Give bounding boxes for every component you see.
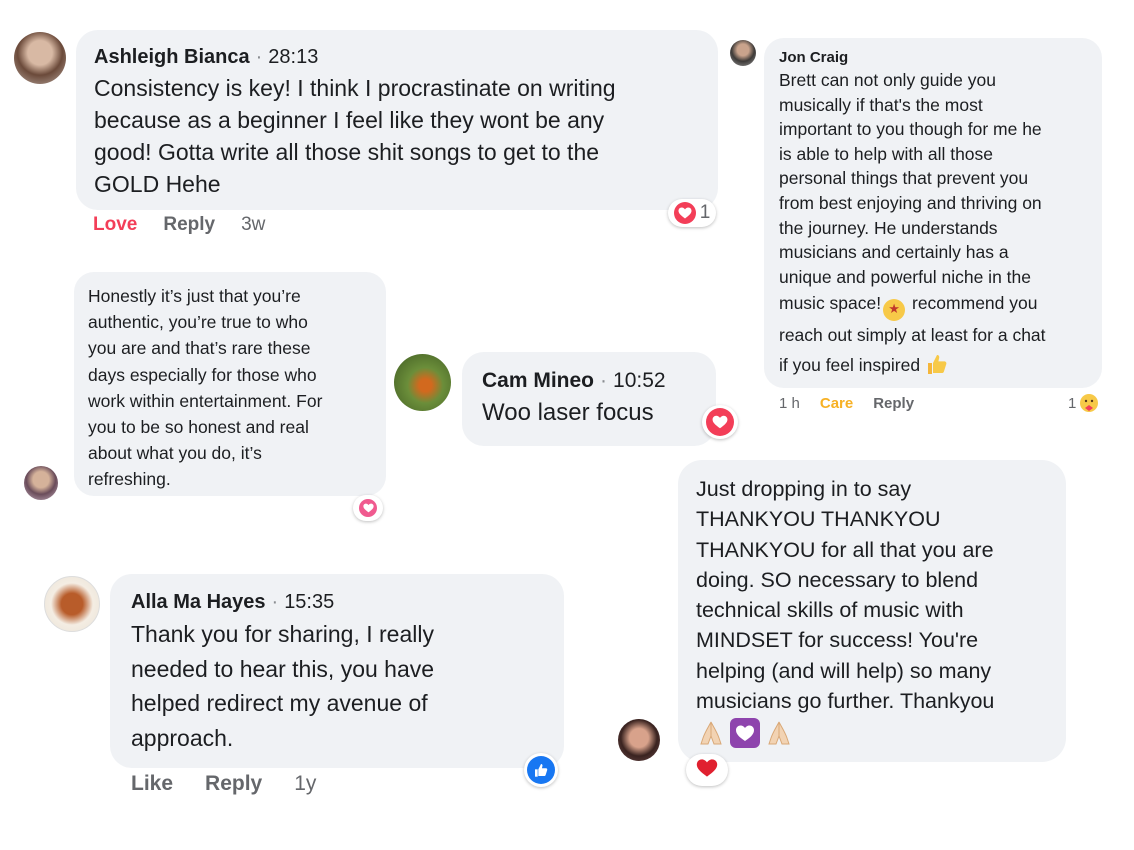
avatar-ashleigh-bianca[interactable]: [14, 32, 66, 84]
comment-text-line: personal things that prevent you: [779, 168, 1029, 189]
comment-text-line: doing. SO necessary to blend: [696, 567, 979, 592]
comment-text-line: the journey. He understands: [779, 217, 998, 238]
separator-dot: ·: [600, 369, 608, 392]
thumbs-up-emoji: [925, 352, 949, 386]
thumbs-up-icon: [527, 756, 555, 784]
comment-text-line: GOLD Hehe: [94, 171, 221, 197]
reaction-badge[interactable]: [686, 754, 728, 786]
comment-text-line: Honestly it’s just that you’re: [88, 286, 301, 306]
heart-icon: [706, 408, 734, 436]
reaction-badge[interactable]: [524, 753, 558, 787]
comment-text-line: because as a beginner I feel like they w…: [94, 107, 605, 133]
care-emoji-icon: [1079, 393, 1099, 413]
comment-text-line: technical skills of music with: [696, 598, 964, 623]
commenter-name[interactable]: Cam Mineo: [482, 369, 594, 392]
comment-text-line: important to you though for me he: [779, 119, 1042, 140]
separator-dot: ·: [271, 591, 279, 613]
comment-age: 1 h: [779, 395, 800, 412]
like-link[interactable]: Like: [131, 772, 173, 796]
comment-text-line: Just dropping in to say: [696, 477, 912, 501]
reaction-badge[interactable]: [353, 495, 383, 521]
comment-text-line: Brett can not only guide you: [779, 70, 996, 90]
commenter-name[interactable]: Alla Ma Hayes: [131, 591, 266, 613]
reaction-count-badge[interactable]: 1: [1068, 393, 1099, 413]
comment-text-line: MINDSET for success! You're: [696, 628, 979, 653]
comment-text-line: musicians and certainly has a: [779, 242, 1009, 263]
comment-text-line: helped redirect my avenue of: [131, 690, 428, 716]
heart-icon: [359, 499, 377, 517]
comment-text-line: is able to help with all those: [779, 143, 994, 164]
heart-icon: [673, 202, 696, 224]
care-reaction-link[interactable]: Care: [820, 395, 853, 412]
avatar-commenter[interactable]: [618, 719, 660, 761]
comment-age: 3w: [241, 214, 266, 235]
avatar-alla-ma-hayes[interactable]: [44, 576, 100, 632]
comment-text-line: music space!: [779, 293, 882, 314]
comment-text-line: THANKYOU THANKYOU: [696, 507, 941, 532]
comment-bubble-honestly: Honestly it’s just that you’re authentic…: [74, 272, 386, 496]
comment-text-line: unique and powerful niche in the: [779, 266, 1031, 287]
reply-link[interactable]: Reply: [163, 214, 215, 236]
love-reaction-link[interactable]: Love: [93, 214, 137, 236]
comment-text-line: authentic, you’re true to who: [88, 312, 308, 333]
comment-actions: Love Reply 3w: [93, 214, 265, 236]
comment-actions: 1 h Care Reply: [779, 395, 914, 412]
comment-text-line: needed to hear this, you have: [131, 655, 435, 682]
folded-hands-emoji: [764, 718, 794, 748]
folded-hands-emoji: [696, 718, 726, 748]
comment-bubble-ashleigh: Ashleigh Bianca · 28:13 Consistency is key…: [76, 30, 718, 210]
comment-text-line: approach.: [131, 724, 234, 751]
comment-text-line: work within entertainment. For: [88, 390, 323, 411]
comment-actions: Like Reply 1y: [131, 772, 316, 796]
comment-bubble-alla-ma-hayes: Alla Ma Hayes · 15:35 Thank you for sharin…: [110, 574, 564, 768]
reaction-badge[interactable]: [702, 405, 738, 439]
comment-bubble-thankyou: Just dropping in to say THANKYOU THANKYO…: [678, 460, 1066, 762]
comment-text-line: Consistency is key! I think I procrastin…: [94, 75, 616, 101]
comment-bubble-cam-mineo: Cam Mineo · 10:52 Woo laser focus: [462, 352, 716, 446]
heart-icon: [696, 758, 718, 783]
reply-link[interactable]: Reply: [205, 772, 262, 796]
comment-text-line: reach out simply at least for a chat: [779, 325, 1046, 346]
reply-link[interactable]: Reply: [873, 395, 914, 412]
comment-text-line: recommend you: [912, 293, 1038, 314]
comment-text-line: from best enjoying and thriving on: [779, 192, 1042, 213]
comment-time: 10:52: [613, 369, 666, 392]
commenter-name[interactable]: Ashleigh Bianca: [94, 46, 250, 68]
comment-bubble-jon-craig: Jon Craig Brett can not only guide you m…: [764, 38, 1102, 388]
comment-time: 28:13: [268, 46, 319, 68]
reaction-count: 1: [699, 202, 711, 223]
purple-heart-emoji: [730, 718, 760, 749]
commenter-name[interactable]: Jon Craig: [779, 48, 1087, 68]
reaction-count: 1: [1068, 394, 1077, 412]
comment-text-line: Woo laser focus: [482, 399, 654, 426]
comment-time: 15:35: [284, 591, 335, 613]
comment-age: 1y: [294, 772, 317, 795]
comment-text-line: Thank you for sharing, I really: [131, 621, 434, 647]
comment-text-line: refreshing.: [88, 469, 171, 490]
comment-text-line: if you feel inspired: [779, 355, 921, 376]
comment-text-line: musicians go further. Thankyou: [696, 689, 995, 714]
comment-text-line: you are and that’s rare these: [88, 338, 311, 359]
comment-text-line: days especially for those who: [88, 364, 317, 385]
comment-text-line: good! Gotta write all those shit songs t…: [94, 139, 600, 165]
reaction-count-badge[interactable]: 1: [668, 199, 716, 227]
avatar-commenter[interactable]: [24, 466, 58, 500]
comment-text-line: musically if that's the most: [779, 94, 983, 115]
avatar-cam-mineo[interactable]: [394, 354, 451, 411]
star-struck-emoji: ★: [883, 299, 906, 322]
comment-text-line: THANKYOU for all that you are: [696, 537, 994, 562]
comment-text-line: helping (and will help) so many: [696, 658, 992, 683]
avatar-jon-craig[interactable]: [730, 40, 756, 66]
separator-dot: ·: [255, 46, 263, 68]
comment-text-line: you to be so honest and real: [88, 417, 309, 438]
comment-text-line: about what you do, it’s: [88, 443, 262, 464]
